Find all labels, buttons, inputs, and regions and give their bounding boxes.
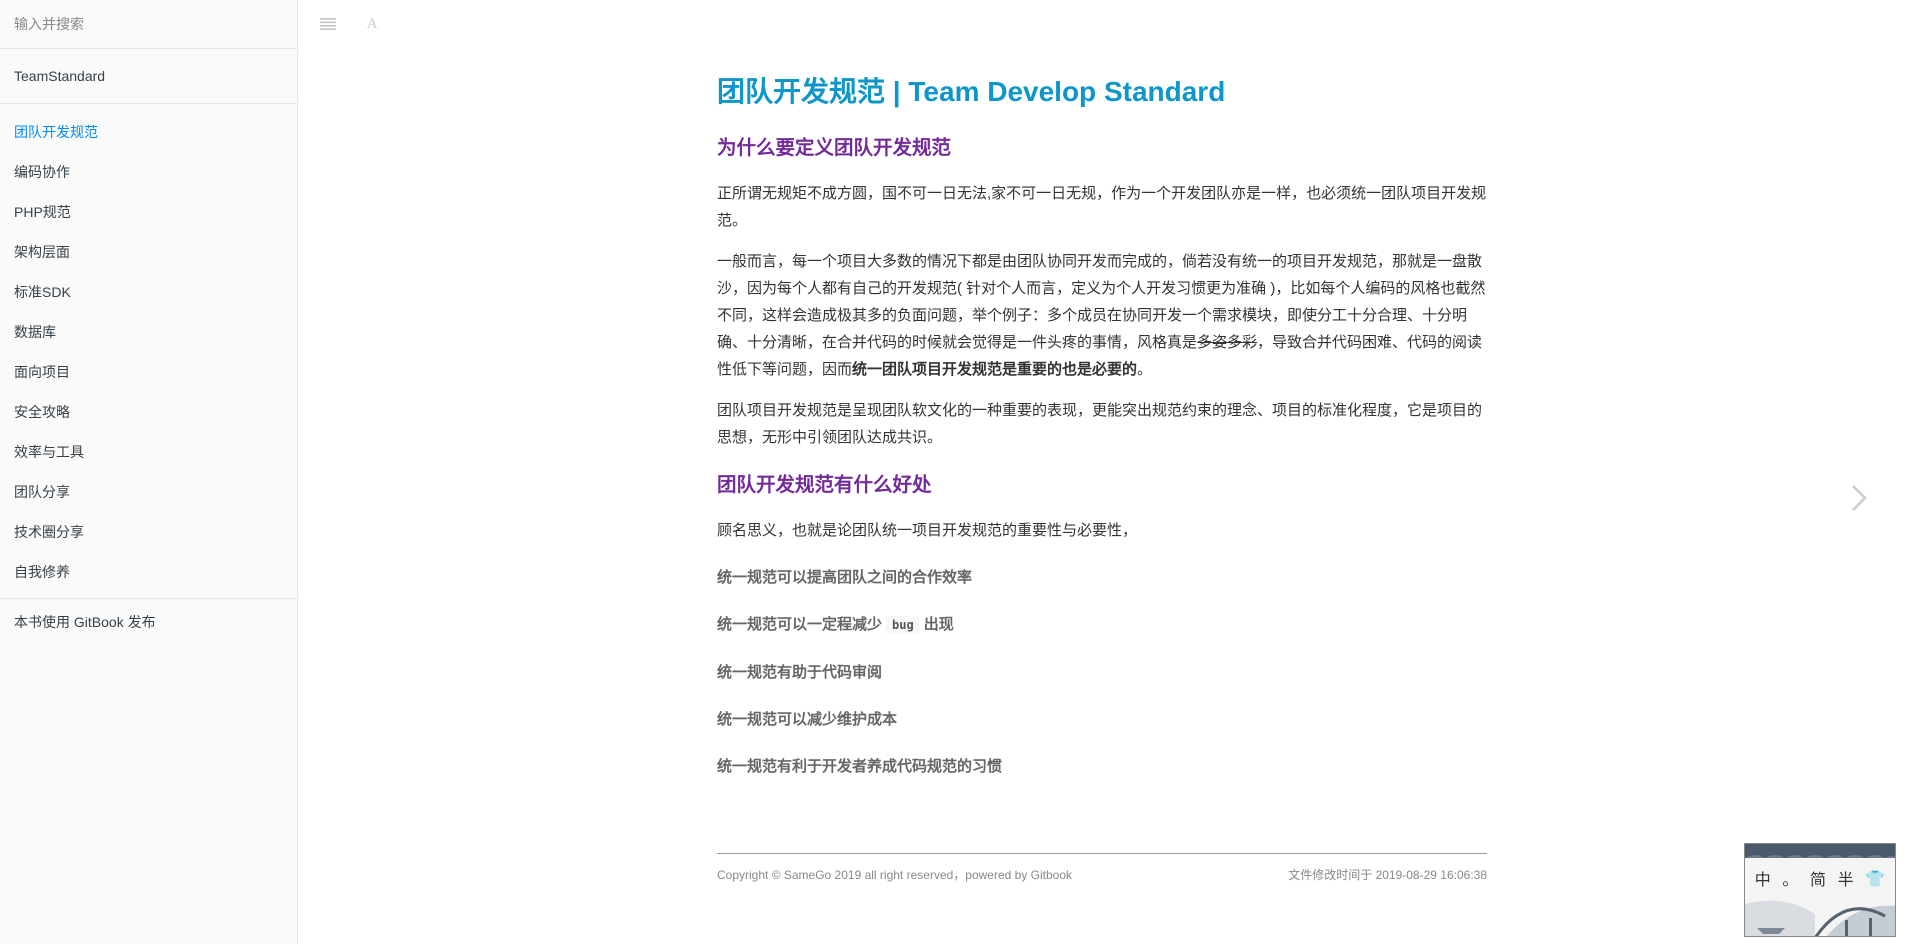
paragraph-reasons: 一般而言，每一个项目大多数的情况下都是由团队协同开发而完成的，倘若没有统一的项目… (717, 248, 1487, 383)
sidebar-item-team-share[interactable]: 团队分享 (0, 472, 297, 512)
benefit-item: 统一规范可以提高团队之间的合作效率 (717, 569, 973, 586)
chevron-right-icon[interactable] (1846, 480, 1872, 516)
ime-punct-toggle[interactable]: 。 (1782, 866, 1798, 890)
sidebar-item-database[interactable]: 数据库 (0, 312, 297, 352)
sidebar-item-team-standard[interactable]: 团队开发规范 (0, 112, 297, 152)
sidebar: TeamStandard 团队开发规范 编码协作 PHP规范 架构层面 标准SD… (0, 0, 298, 944)
search-input[interactable] (0, 0, 297, 48)
page-content: 团队开发规范 | Team Develop Standard 为什么要定义团队开… (717, 72, 1487, 780)
modified-time: 文件修改时间于 2019-08-29 16:06:38 (1288, 868, 1487, 882)
sidebar-item-tools[interactable]: 效率与工具 (0, 432, 297, 472)
paragraph-text: 。 (1137, 361, 1153, 378)
gitbook-publish-link[interactable]: 本书使用 GitBook 发布 (0, 599, 297, 645)
section-heading-benefits: 团队开发规范有什么好处 (717, 474, 932, 496)
sidebar-item-sdk[interactable]: 标准SDK (0, 272, 297, 312)
chapter-nav: 团队开发规范 编码协作 PHP规范 架构层面 标准SDK 数据库 面向项目 安全… (0, 104, 297, 599)
font-settings-icon[interactable]: A (360, 12, 384, 36)
benefit-text: 统一规范可以一定程减少 (717, 616, 883, 633)
sidebar-item-php[interactable]: PHP规范 (0, 192, 297, 232)
strikethrough-text: 多姿多彩 (1197, 334, 1258, 351)
paragraph-benefits-intro: 顾名思义，也就是论团队统一项目开发规范的重要性与必要性， (717, 522, 1138, 539)
emphasis-text: 统一团队项目开发规范是重要的也是必要的 (852, 361, 1138, 378)
sidebar-item-self-cultivation[interactable]: 自我修养 (0, 552, 297, 592)
shirt-icon[interactable]: 👕 (1865, 869, 1885, 888)
ime-toolbar: 中 。 简 半 👕 (1749, 866, 1891, 890)
menu-icon[interactable] (316, 12, 340, 36)
book-title-link[interactable]: TeamStandard (0, 49, 297, 104)
paragraph-intro: 正所谓无规矩不成方圆，国不可一日无法,家不可一日无规，作为一个开发团队亦是一样，… (717, 185, 1487, 229)
ime-lang-toggle[interactable]: 中 (1755, 866, 1771, 890)
sidebar-item-tech-share[interactable]: 技术圈分享 (0, 512, 297, 552)
ime-halfwidth-toggle[interactable]: 半 (1838, 866, 1854, 890)
paragraph-culture: 团队项目开发规范是呈现团队软文化的一种重要的表现，更能突出规范约束的理念、项目的… (717, 402, 1483, 446)
benefit-item: 统一规范可以减少维护成本 (717, 711, 898, 728)
page-footer: Copyright © SameGo 2019 all right reserv… (717, 853, 1487, 883)
ime-widget[interactable]: 中 。 简 半 👕 (1744, 843, 1896, 937)
page-title: 团队开发规范 | Team Develop Standard (717, 76, 1226, 107)
sidebar-item-project[interactable]: 面向项目 (0, 352, 297, 392)
section-heading-why: 为什么要定义团队开发规范 (717, 137, 952, 159)
benefit-text: 出现 (923, 616, 954, 633)
search-bar (0, 0, 297, 49)
sidebar-item-coding-collab[interactable]: 编码协作 (0, 152, 297, 192)
sidebar-item-architecture[interactable]: 架构层面 (0, 232, 297, 272)
ime-simplified-toggle[interactable]: 简 (1810, 866, 1826, 890)
inline-code: bug (886, 616, 920, 634)
benefit-item: 统一规范可以一定程减少 bug 出现 (717, 611, 1487, 639)
sidebar-item-security[interactable]: 安全攻略 (0, 392, 297, 432)
benefit-item: 统一规范有利于开发者养成代码规范的习惯 (717, 758, 1003, 775)
copyright-text: Copyright © SameGo 2019 all right reserv… (717, 868, 1073, 882)
benefit-item: 统一规范有助于代码审阅 (717, 664, 883, 681)
